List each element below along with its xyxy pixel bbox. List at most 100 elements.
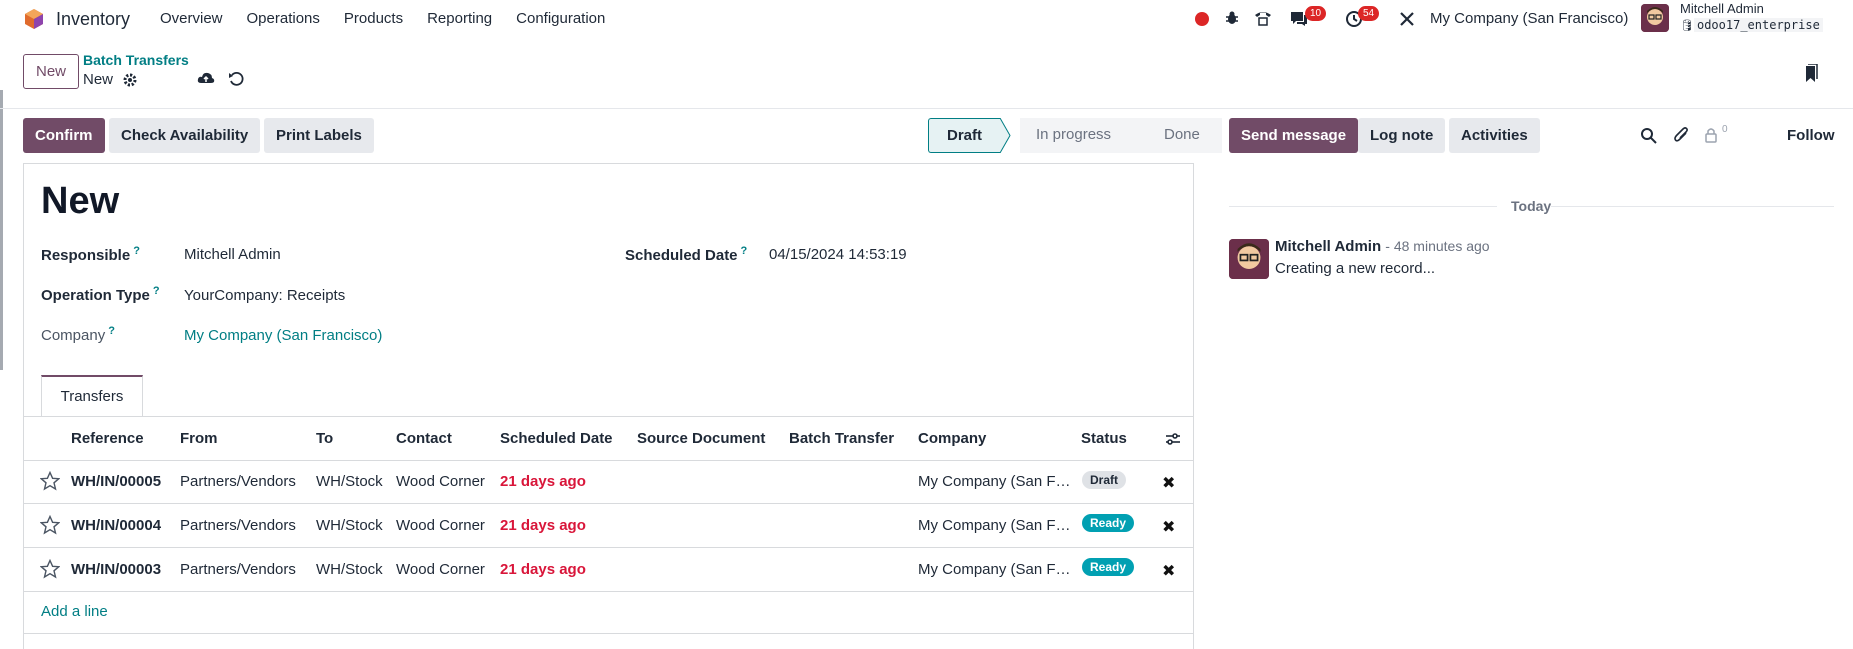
- confirm-button[interactable]: Confirm: [23, 118, 105, 153]
- responsible-field[interactable]: Mitchell Admin: [184, 246, 281, 263]
- date-separator: Today: [1511, 198, 1552, 214]
- remove-row-icon[interactable]: ✖: [1162, 561, 1175, 581]
- breadcrumb-batch-transfers[interactable]: Batch Transfers: [83, 52, 189, 68]
- optional-columns-toggle-icon[interactable]: [1165, 431, 1181, 447]
- cell-company: My Company (San F…: [918, 517, 1071, 534]
- tab-transfers[interactable]: Transfers: [41, 375, 143, 417]
- gear-icon[interactable]: [123, 73, 137, 87]
- window-edge: [0, 90, 3, 370]
- log-note-button[interactable]: Log note: [1358, 118, 1446, 153]
- attachment-paperclip-icon[interactable]: [1673, 126, 1690, 144]
- company-field[interactable]: My Company (San Francisco): [184, 327, 382, 344]
- status-bar: Draft In progress Done: [928, 118, 1222, 153]
- help-tooltip-icon[interactable]: ?: [108, 325, 115, 337]
- column-header-status[interactable]: Status: [1081, 430, 1127, 447]
- company-label: Company?: [41, 325, 115, 344]
- tab-divider: [23, 416, 1194, 417]
- inventory-app-icon[interactable]: [23, 8, 45, 30]
- menu-products[interactable]: Products: [344, 10, 403, 27]
- remove-row-icon[interactable]: ✖: [1162, 517, 1175, 537]
- company-switcher[interactable]: My Company (San Francisco): [1430, 10, 1628, 27]
- message-body: Creating a new record...: [1275, 260, 1436, 277]
- record-dot-icon: [1195, 12, 1209, 26]
- responsible-label-text: Responsible: [41, 247, 131, 264]
- table-divider: [23, 633, 1194, 634]
- cell-company: My Company (San F…: [918, 473, 1071, 490]
- column-header-reference[interactable]: Reference: [71, 430, 144, 447]
- stage-in-progress[interactable]: In progress: [1020, 118, 1143, 153]
- recording-indicator[interactable]: [1195, 0, 1209, 38]
- menu-configuration[interactable]: Configuration: [516, 10, 605, 27]
- column-header-batch-transfer[interactable]: Batch Transfer: [789, 430, 894, 447]
- search-icon[interactable]: [1640, 127, 1657, 144]
- column-header-from[interactable]: From: [180, 430, 218, 447]
- stage-done[interactable]: Done: [1143, 118, 1222, 153]
- responsible-label: Responsible?: [41, 245, 140, 264]
- priority-star-icon[interactable]: [40, 471, 60, 491]
- follow-button[interactable]: Follow: [1787, 127, 1835, 144]
- phone-icon[interactable]: [1253, 9, 1273, 27]
- cell-company: My Company (San F…: [918, 561, 1071, 578]
- discard-undo-icon[interactable]: [228, 71, 244, 87]
- cell-to: WH/Stock: [316, 517, 383, 534]
- column-header-source-document[interactable]: Source Document: [637, 430, 765, 447]
- cell-from: Partners/Vendors: [180, 517, 296, 534]
- menu-operations[interactable]: Operations: [247, 10, 320, 27]
- save-cloud-icon[interactable]: [197, 71, 215, 85]
- help-tooltip-icon[interactable]: ?: [741, 245, 748, 257]
- column-header-company[interactable]: Company: [918, 430, 986, 447]
- cell-from: Partners/Vendors: [180, 561, 296, 578]
- record-title[interactable]: New: [41, 180, 119, 223]
- message-header: Mitchell Admin - 48 minutes ago: [1275, 238, 1490, 255]
- followers-lock-icon[interactable]: [1704, 127, 1718, 143]
- operation-type-field[interactable]: YourCompany: Receipts: [184, 287, 345, 304]
- priority-star-icon[interactable]: [40, 559, 60, 579]
- message-time: - 48 minutes ago: [1385, 238, 1490, 254]
- cell-contact: Wood Corner: [396, 561, 485, 578]
- column-header-to[interactable]: To: [316, 430, 333, 447]
- cell-scheduled-date: 21 days ago: [500, 561, 586, 578]
- check-availability-button[interactable]: Check Availability: [109, 118, 261, 153]
- user-avatar[interactable]: [1641, 4, 1669, 32]
- column-header-scheduled-date[interactable]: Scheduled Date: [500, 430, 613, 447]
- date-separator-line: [1229, 206, 1497, 207]
- message-author[interactable]: Mitchell Admin: [1275, 238, 1381, 255]
- table-divider: [23, 591, 1194, 592]
- messages-badge: 10: [1305, 6, 1327, 21]
- cell-reference: WH/IN/00003: [71, 561, 162, 578]
- print-labels-button[interactable]: Print Labels: [264, 118, 374, 153]
- menu-reporting[interactable]: Reporting: [427, 10, 492, 27]
- scheduled-date-field[interactable]: 04/15/2024 14:53:19: [769, 246, 907, 263]
- cell-reference: WH/IN/00005: [71, 473, 162, 490]
- column-header-contact[interactable]: Contact: [396, 430, 452, 447]
- user-menu[interactable]: Mitchell Admin 🛢 odoo17_enterprise: [1680, 1, 1823, 34]
- cell-from: Partners/Vendors: [180, 473, 296, 490]
- scheduled-date-label: Scheduled Date?: [625, 245, 747, 264]
- operation-type-label: Operation Type?: [41, 285, 160, 304]
- menu-overview[interactable]: Overview: [160, 10, 223, 27]
- priority-star-icon[interactable]: [40, 515, 60, 535]
- stage-draft[interactable]: Draft: [928, 118, 1001, 153]
- breadcrumb-current: New: [83, 71, 114, 88]
- send-message-button[interactable]: Send message: [1229, 118, 1359, 153]
- activities-badge: 54: [1358, 6, 1380, 21]
- help-tooltip-icon[interactable]: ?: [153, 285, 160, 297]
- cell-reference: WH/IN/00004: [71, 517, 162, 534]
- message-author-avatar[interactable]: [1229, 239, 1269, 279]
- debug-bug-icon[interactable]: [1224, 10, 1240, 26]
- database-name: odoo17_enterprise: [1693, 18, 1823, 32]
- remove-row-icon[interactable]: ✖: [1162, 473, 1175, 493]
- table-divider: [23, 547, 1194, 548]
- activities-button[interactable]: Activities: [1449, 118, 1540, 153]
- add-a-line-link[interactable]: Add a line: [41, 603, 108, 620]
- app-name[interactable]: Inventory: [56, 9, 130, 30]
- bookmark-icon[interactable]: [1803, 64, 1819, 84]
- date-separator-line: [1551, 206, 1834, 207]
- help-tooltip-icon[interactable]: ?: [133, 245, 140, 257]
- tools-icon[interactable]: [1398, 10, 1416, 28]
- cell-scheduled-date: 21 days ago: [500, 517, 586, 534]
- cell-to: WH/Stock: [316, 561, 383, 578]
- new-record-button[interactable]: New: [23, 54, 79, 89]
- operation-type-label-text: Operation Type: [41, 287, 150, 304]
- cell-contact: Wood Corner: [396, 517, 485, 534]
